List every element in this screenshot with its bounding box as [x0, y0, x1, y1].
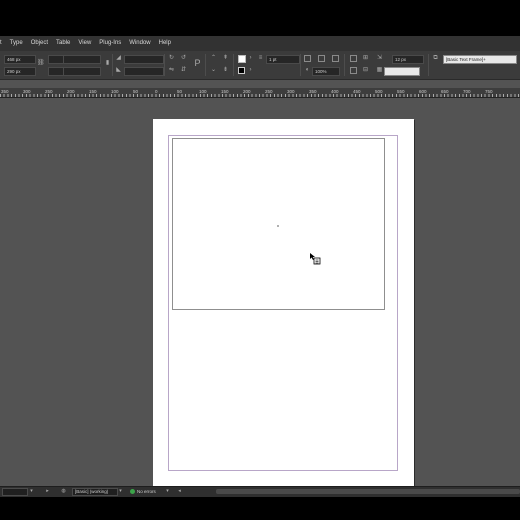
ruler-label: 400 [331, 89, 339, 94]
height-field[interactable] [63, 67, 101, 76]
fill-swatch[interactable] [238, 55, 246, 63]
preflight-profile-icon[interactable]: ◍ [60, 488, 67, 495]
columns-icon: ▦ [376, 67, 383, 73]
menu-view[interactable]: View [74, 36, 95, 51]
horizontal-scrollbar[interactable] [216, 489, 520, 494]
rotate-ccw-icon[interactable]: ↺ [180, 55, 187, 62]
stroke-swatch[interactable] [238, 67, 245, 74]
stroke-weight-field[interactable]: 1 pt [266, 55, 300, 64]
scale-x-field[interactable] [124, 55, 164, 64]
height-unit-field[interactable] [48, 67, 64, 76]
fitting-icon[interactable]: ⊞ [362, 55, 369, 62]
ruler-label: 500 [375, 89, 383, 94]
menu-window[interactable]: Window [125, 36, 154, 51]
flip-horizontal-icon[interactable]: ⇋ [168, 67, 175, 74]
constrain-link-icon[interactable]: ⛓ [37, 60, 45, 67]
ruler-label: 150 [221, 89, 229, 94]
ruler-label: 350 [1, 89, 9, 94]
ruler-label: 650 [441, 89, 449, 94]
ruler-label: 550 [397, 89, 405, 94]
next-page-icon[interactable]: ▸ [44, 488, 51, 495]
ruler-label: 300 [287, 89, 295, 94]
text-frame[interactable] [172, 138, 385, 310]
select-next-icon[interactable]: ⇟ [222, 67, 229, 74]
scale-y-field[interactable] [124, 67, 164, 76]
indesign-window: t Type Object Table View Plug-Ins Window… [0, 36, 520, 497]
ruler-label: 300 [23, 89, 31, 94]
document-page[interactable] [153, 119, 414, 491]
object-style-dropdown[interactable]: [Basic Text Frame]+ [443, 55, 517, 64]
ruler-label: 750 [485, 89, 493, 94]
select-container-icon[interactable]: ⌃ [210, 55, 217, 62]
ruler-label: 0 [155, 89, 158, 94]
rotate-icon[interactable]: ↻ [168, 55, 175, 62]
menu-bar: t Type Object Table View Plug-Ins Window… [0, 36, 520, 51]
gutter-field[interactable]: 12 px [392, 55, 424, 64]
status-bar: ▾ ▸ ◍ [Basic] (working) ▾ No errors ▾ ◂ [0, 486, 520, 497]
auto-fit-icon[interactable]: ⊟ [362, 67, 369, 74]
object-style-icon: ⧉ [433, 55, 438, 61]
preflight-status-icon [130, 489, 135, 494]
menu-table[interactable]: Table [52, 36, 74, 51]
text-wrap-icon[interactable] [350, 55, 357, 62]
style-field[interactable]: [Basic] (working) [72, 488, 118, 496]
ruler-label: 100 [111, 89, 119, 94]
menu-type[interactable]: Type [6, 36, 27, 51]
ruler-label: 50 [177, 89, 183, 94]
width-field[interactable] [63, 55, 101, 64]
select-previous-icon[interactable]: ⇞ [222, 55, 229, 62]
frame-type-icon[interactable] [304, 55, 311, 62]
columns-field[interactable] [384, 67, 420, 76]
menu-object[interactable]: Object [27, 36, 52, 51]
ruler-label: 250 [265, 89, 273, 94]
width-unit-field[interactable] [48, 55, 64, 64]
place-cursor-icon [310, 253, 321, 265]
ruler-label: 700 [463, 89, 471, 94]
x-position-field[interactable]: 468 px [4, 55, 36, 64]
ruler-label: 150 [89, 89, 97, 94]
opacity-field[interactable]: 100% [312, 67, 340, 76]
style-dropdown-icon[interactable]: ▾ [117, 488, 124, 495]
ruler-label: 50 [133, 89, 139, 94]
menu-help[interactable]: Help [155, 36, 175, 51]
ruler-label: 600 [419, 89, 427, 94]
reference-p-icon: P [194, 58, 201, 68]
stroke-weight-icon: ≡ [258, 55, 263, 61]
stroke-dropdown-icon[interactable]: › [247, 67, 254, 74]
opacity-icon: ◐ [305, 67, 310, 73]
scroll-left-icon[interactable]: ◂ [176, 488, 183, 495]
y-position-field[interactable]: 290 px [4, 67, 36, 76]
drop-shadow-icon[interactable] [332, 55, 339, 62]
frame-center-point [277, 225, 279, 227]
gutter-icon: ⇲ [376, 55, 383, 61]
scale-y-icon: ◣ [116, 67, 121, 73]
ruler-label: 250 [45, 89, 53, 94]
control-panel: 468 px 290 px ⛓ ▮ ◢ ◣ ↻ ↺ ⇋ ⇵ P ⌃ ⌄ ⇞ ⇟ … [0, 51, 520, 80]
page-number-field[interactable] [2, 488, 28, 496]
ruler-label: 100 [199, 89, 207, 94]
proportion-lock-icon[interactable]: ▮ [104, 60, 111, 67]
horizontal-ruler[interactable]: 350 300 250 200 150 100 50 0 50 100 150 … [0, 88, 520, 98]
preflight-menu-icon[interactable]: ▾ [164, 488, 171, 495]
ruler-label: 200 [67, 89, 75, 94]
ruler-label: 350 [309, 89, 317, 94]
preflight-errors-text: No errors [137, 489, 156, 494]
flip-vertical-icon[interactable]: ⇵ [180, 67, 187, 74]
scale-x-icon: ◢ [116, 55, 121, 61]
page-dropdown-icon[interactable]: ▾ [28, 488, 35, 495]
effects-icon[interactable] [318, 55, 325, 62]
ruler-label: 200 [243, 89, 251, 94]
align-icon[interactable] [350, 67, 357, 74]
menu-plugins[interactable]: Plug-Ins [95, 36, 125, 51]
fill-dropdown-icon[interactable]: › [247, 55, 254, 62]
ruler-label: 450 [353, 89, 361, 94]
select-content-icon[interactable]: ⌄ [210, 67, 217, 74]
